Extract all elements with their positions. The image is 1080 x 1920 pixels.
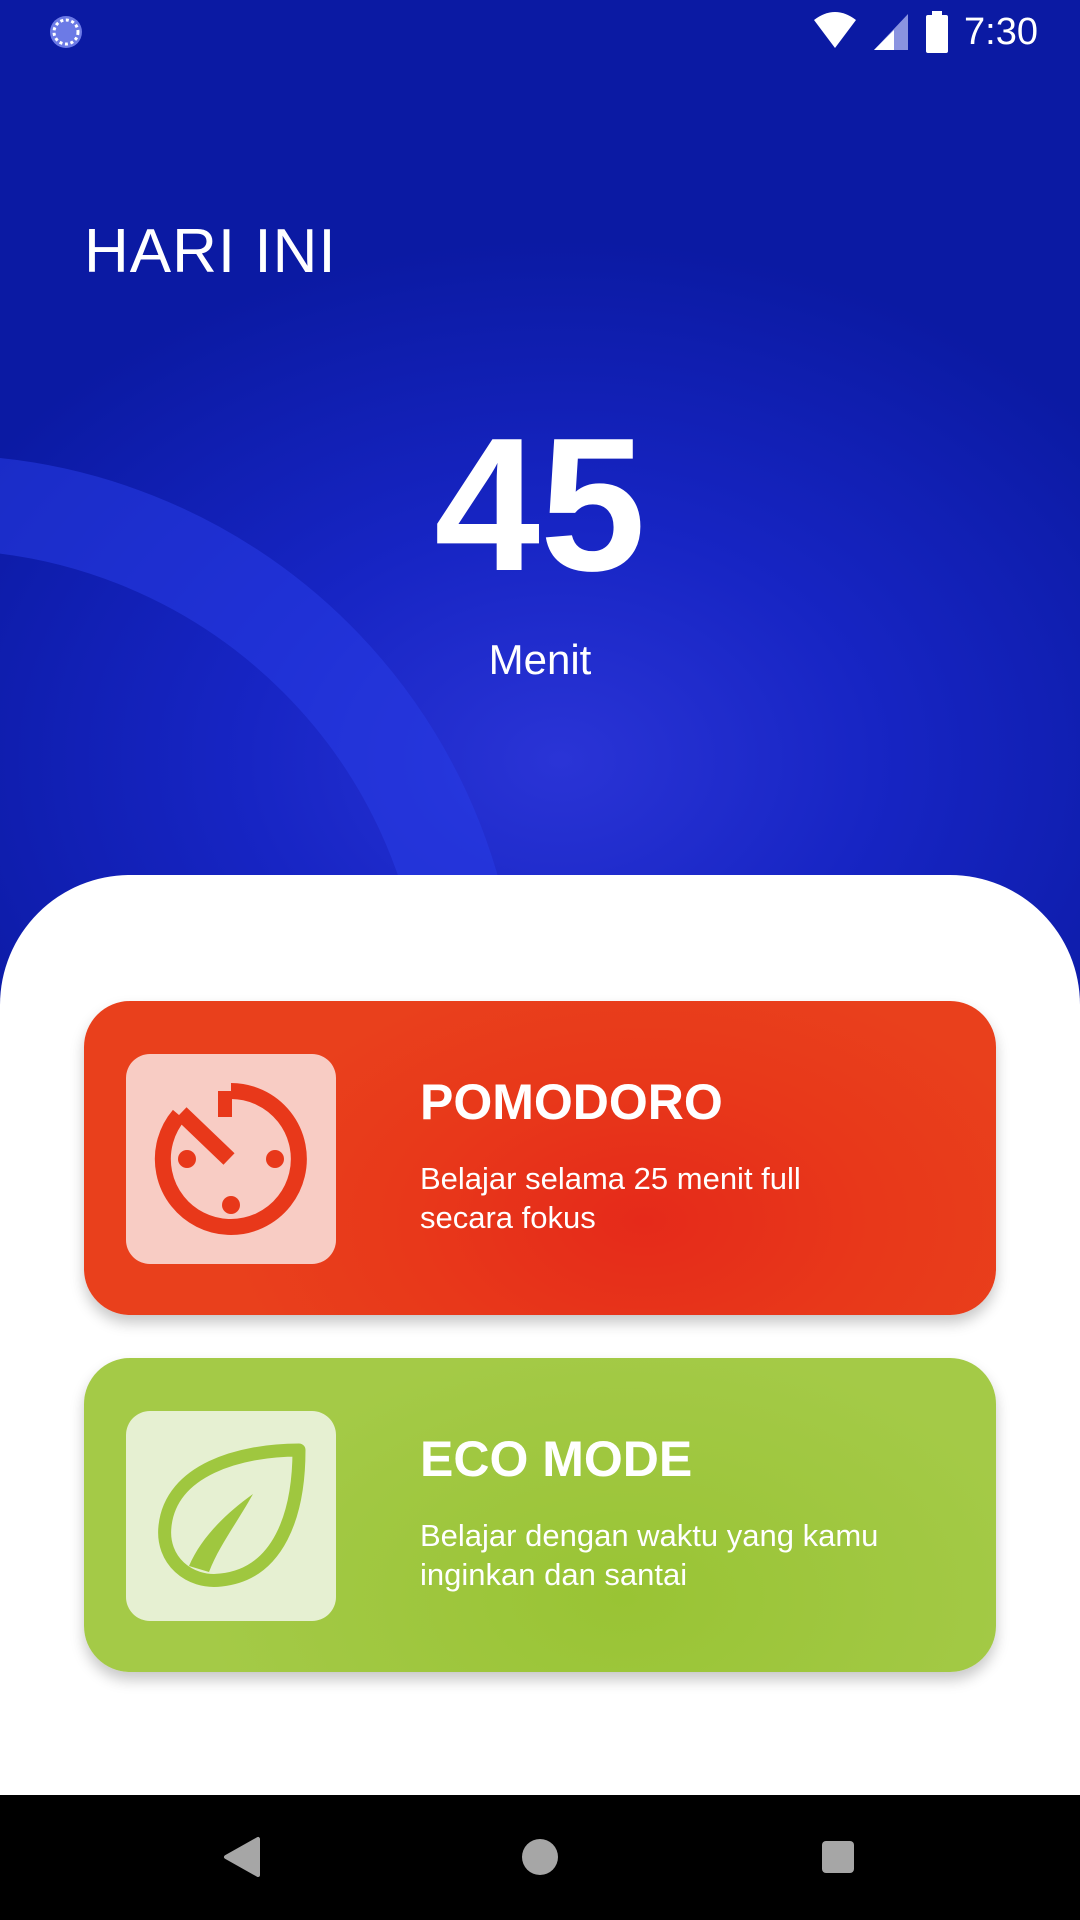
app-screen: 7:30 HARI INI 45 Menit POMODORO Belajar … [0, 0, 1080, 1920]
home-circle-icon [522, 1839, 558, 1875]
eco-mode-title: ECO MODE [420, 1431, 693, 1487]
battery-icon [926, 11, 949, 53]
wifi-icon [814, 12, 857, 48]
eco-mode-card[interactable]: ECO MODE Belajar dengan waktu yang kamu … [84, 1358, 996, 1672]
nav-recents-button[interactable] [806, 1825, 870, 1889]
pomodoro-title: POMODORO [420, 1074, 723, 1130]
page-title: HARI INI [84, 217, 337, 286]
nav-home-button[interactable] [508, 1825, 572, 1889]
status-time: 7:30 [964, 10, 1038, 53]
minutes-count: 45 [434, 399, 646, 611]
recents-square-icon [822, 1841, 854, 1873]
timer-icon [154, 1083, 307, 1235]
pomodoro-icon-box [126, 1054, 336, 1264]
loading-circle-icon [48, 14, 84, 50]
eco-icon-box [126, 1411, 336, 1621]
nav-back-button[interactable] [210, 1825, 274, 1889]
pomodoro-mode-card[interactable]: POMODORO Belajar selama 25 menit full se… [84, 1001, 996, 1315]
leaf-icon [158, 1443, 306, 1587]
status-icons: 7:30 [812, 8, 1038, 56]
minutes-label: Menit [488, 636, 592, 683]
eco-mode-description: Belajar dengan waktu yang kamu inginkan … [420, 1518, 879, 1592]
back-triangle-icon [224, 1837, 260, 1877]
pomodoro-description: Belajar selama 25 menit full secara foku… [420, 1161, 801, 1235]
signal-icon [874, 14, 909, 50]
status-bar: 7:30 [0, 0, 1080, 64]
system-nav-bar [0, 1795, 1080, 1920]
